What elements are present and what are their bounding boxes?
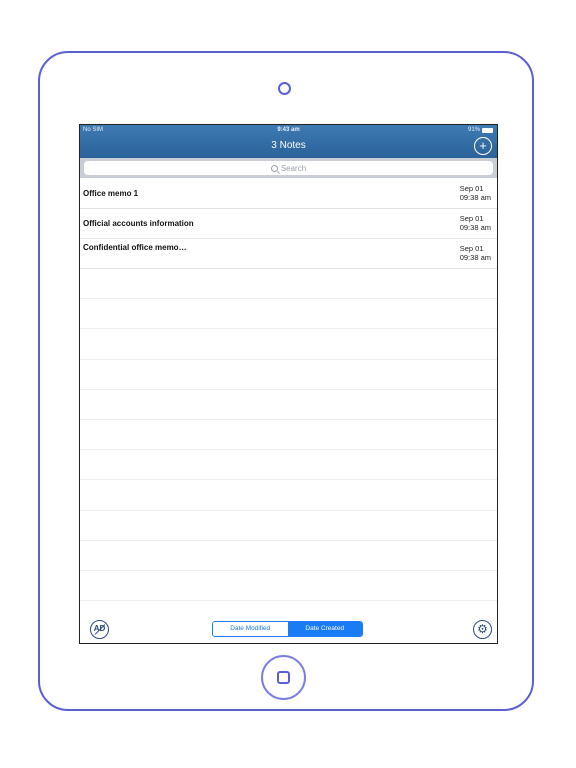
search-placeholder: Search — [280, 163, 307, 173]
clock-label: 9:43 am — [277, 127, 300, 133]
empty-row — [80, 329, 497, 360]
note-date: Sep 01 09:38 am — [460, 244, 491, 262]
battery-status: 91% — [468, 127, 493, 133]
note-date-time: 09:38 am — [459, 253, 491, 262]
page-title: 3 Notes — [271, 140, 306, 151]
add-note-button[interactable]: + — [474, 137, 492, 155]
note-title: Confidential office memo… — [83, 243, 187, 252]
note-date-time: 09:38 am — [459, 223, 491, 232]
sort-segmented-control: Date Modified Date Created — [212, 621, 363, 637]
remove-ads-button[interactable]: AD — [90, 620, 109, 639]
list-item[interactable]: Office memo 1 Sep 01 09:38 am — [80, 179, 497, 209]
app-screen: No SIM 9:43 am 91% 3 Notes + Search Offi… — [79, 124, 498, 644]
empty-row — [80, 480, 497, 511]
empty-row — [80, 450, 497, 481]
note-date-day: Sep 01 — [459, 244, 484, 253]
camera-icon — [278, 82, 291, 95]
note-title: Official accounts information — [83, 219, 194, 228]
empty-row — [80, 360, 497, 390]
sort-date-modified-button[interactable]: Date Modified — [213, 622, 288, 636]
battery-percent: 91% — [467, 127, 480, 133]
empty-row — [80, 571, 497, 602]
empty-row — [80, 541, 497, 571]
note-date: Sep 01 09:38 am — [460, 184, 491, 202]
note-date-day: Sep 01 — [459, 214, 484, 223]
note-date-day: Sep 01 — [459, 184, 484, 193]
bottom-toolbar: AD Date Modified Date Created ⚙ — [80, 617, 497, 643]
plus-icon: + — [479, 138, 487, 153]
battery-icon — [482, 127, 493, 133]
list-item[interactable]: Official accounts information Sep 01 09:… — [80, 209, 497, 239]
navigation-bar: No SIM 9:43 am 91% 3 Notes + — [80, 125, 497, 158]
empty-row — [80, 511, 497, 541]
sort-date-created-button[interactable]: Date Created — [287, 622, 362, 636]
home-square-icon — [277, 671, 290, 684]
empty-row — [80, 299, 497, 330]
empty-row — [80, 269, 497, 300]
search-bar: Search — [80, 158, 497, 178]
note-date-time: 09:38 am — [459, 193, 491, 202]
empty-row — [80, 390, 497, 420]
empty-row — [80, 420, 497, 451]
notes-list: Office memo 1 Sep 01 09:38 am Official a… — [80, 179, 497, 602]
home-button[interactable] — [261, 655, 306, 700]
search-icon — [270, 164, 278, 172]
gear-icon: ⚙ — [477, 622, 488, 636]
note-title: Office memo 1 — [83, 189, 139, 198]
list-item[interactable]: Confidential office memo… Sep 01 09:38 a… — [80, 239, 497, 269]
note-date: Sep 01 09:38 am — [460, 214, 491, 232]
settings-button[interactable]: ⚙ — [473, 620, 492, 639]
search-input[interactable]: Search — [84, 161, 493, 175]
